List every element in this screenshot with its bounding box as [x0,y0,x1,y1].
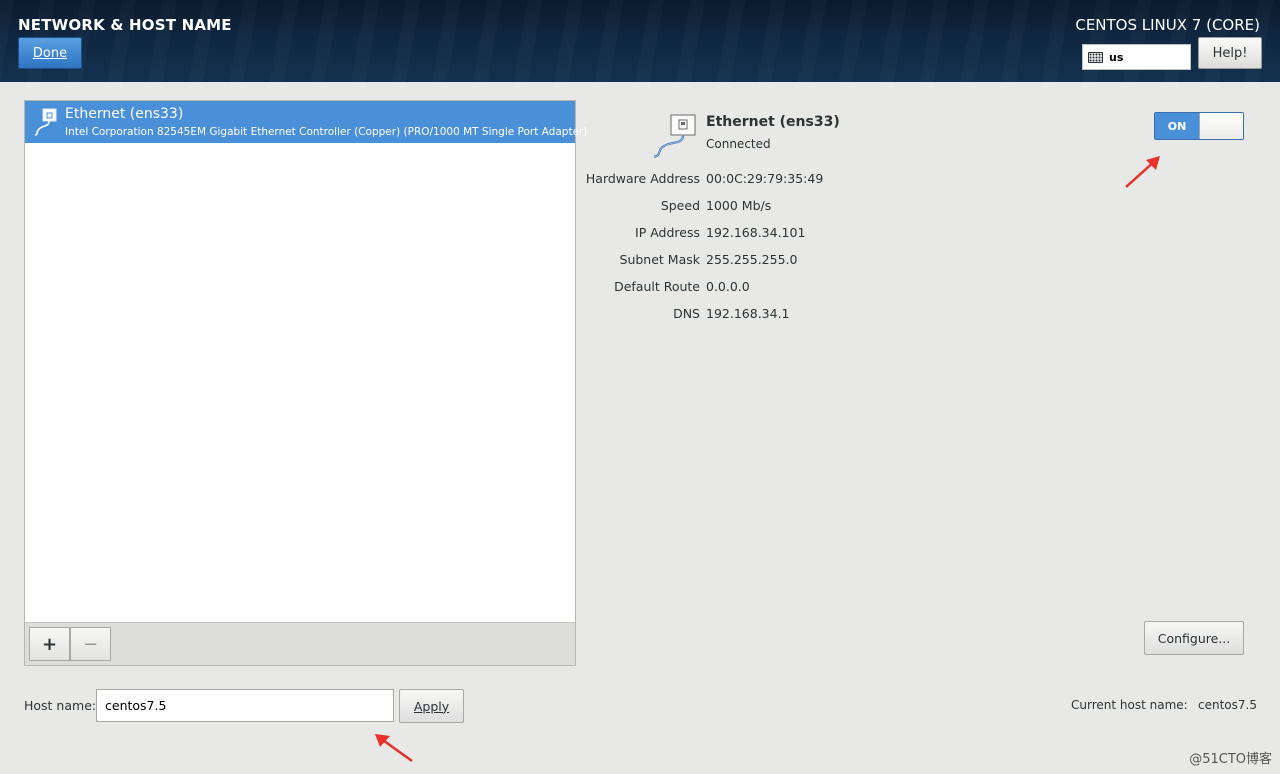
page-title: NETWORK & HOST NAME [18,16,232,34]
speed-label: Speed [660,198,700,213]
keyboard-layout-indicator[interactable]: us [1082,44,1191,70]
header-bar: NETWORK & HOST NAME Done CENTOS LINUX 7 … [0,0,1280,82]
help-button[interactable]: Help! [1198,37,1262,69]
ip-address-value: 192.168.34.101 [706,225,806,240]
device-list-toolbar: + − [25,622,575,665]
device-description: Intel Corporation 82545EM Gigabit Ethern… [65,126,588,138]
speed-value: 1000 Mb/s [706,198,772,213]
dns-label: DNS [673,306,700,321]
host-name-input[interactable] [96,689,394,722]
subnet-mask-value: 255.255.255.0 [706,252,798,267]
configure-button[interactable]: Configure... [1144,621,1244,655]
keyboard-icon [1088,51,1103,63]
toggle-on-label: ON [1155,113,1199,139]
list-item-ethernet-ens33[interactable]: Ethernet (ens33) Intel Corporation 82545… [25,101,587,143]
ethernet-connection-icon [653,114,696,159]
connection-status: Connected [706,137,771,151]
subnet-mask-label: Subnet Mask [619,252,700,267]
annotation-arrow-toggle [1125,156,1160,188]
hardware-address-value: 00:0C:29:79:35:49 [706,171,824,186]
device-name: Ethernet (ens33) [65,106,184,122]
current-host-name-label: Current host name: [1071,698,1188,712]
add-device-button[interactable]: + [29,627,70,661]
watermark: @51CTO博客 [1189,752,1272,767]
device-list: Ethernet (ens33) Intel Corporation 82545… [24,100,587,666]
annotation-arrow-hostname [375,734,413,763]
done-button[interactable]: Done [18,37,82,69]
remove-device-button[interactable]: − [70,627,111,661]
ethernet-icon [34,108,57,136]
ip-address-label: IP Address [635,225,700,240]
keyboard-layout-label: us [1109,50,1124,64]
default-route-label: Default Route [614,279,700,294]
hardware-address-label: Hardware Address [585,171,700,186]
apply-button[interactable]: Apply [399,689,464,723]
connection-toggle-switch[interactable]: ON [1154,112,1244,140]
current-host-name-value: centos7.5 [1198,698,1257,712]
toggle-thumb [1199,113,1243,139]
connection-name: Ethernet (ens33) [706,114,840,130]
product-name: CENTOS LINUX 7 (CORE) [1075,16,1260,34]
host-name-label: Host name: [24,698,97,713]
default-route-value: 0.0.0.0 [706,279,750,294]
dns-value: 192.168.34.1 [706,306,790,321]
